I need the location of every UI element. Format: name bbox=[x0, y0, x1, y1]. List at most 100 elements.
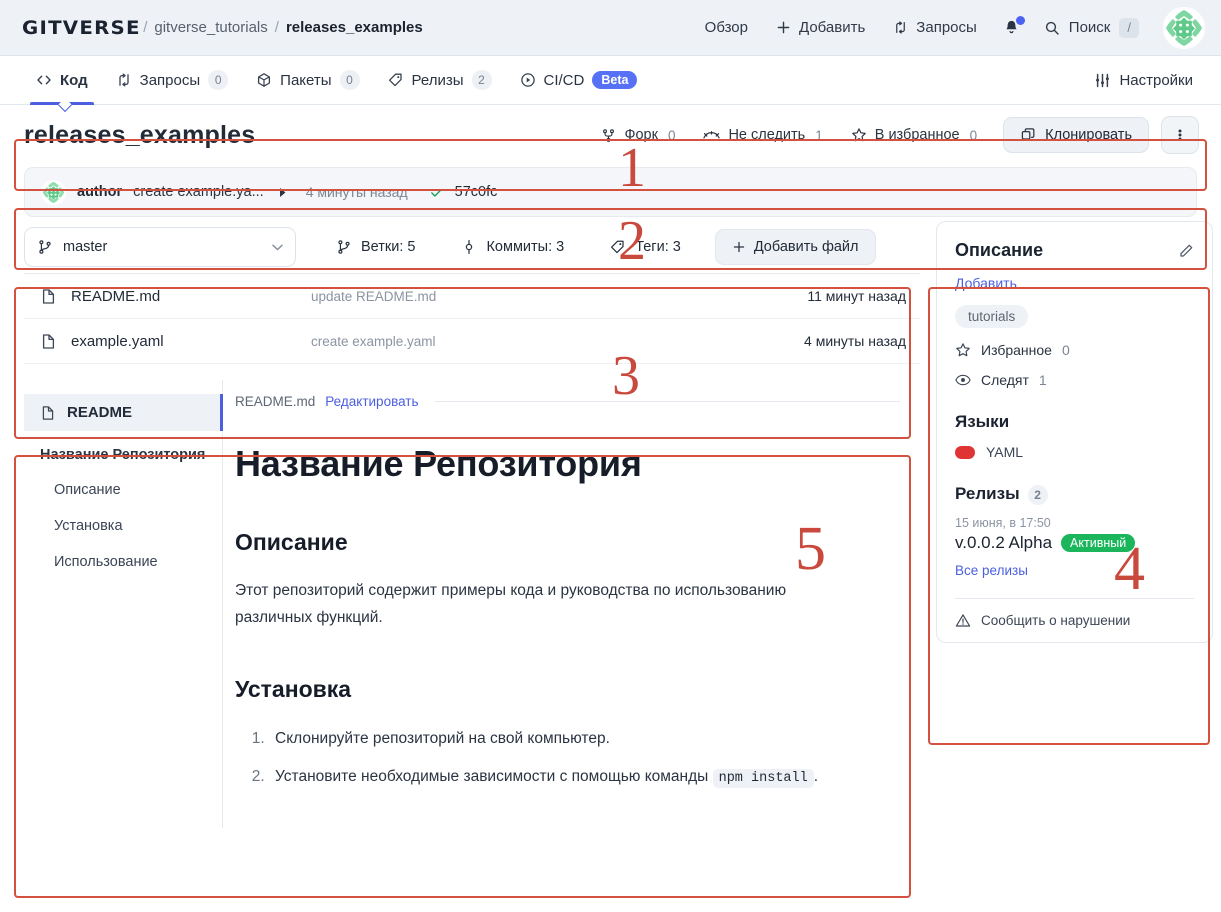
about-card: Описание Добавить tutorials Избранное 0 … bbox=[936, 221, 1213, 643]
readme-toc: README Название Репозитория Описание Уст… bbox=[24, 380, 223, 828]
stat-stars[interactable]: Избранное 0 bbox=[955, 342, 1194, 358]
tab-code[interactable]: Код bbox=[22, 56, 102, 105]
add-file-button[interactable]: Добавить файл bbox=[714, 229, 876, 265]
repo-more-menu-button[interactable] bbox=[1161, 116, 1199, 154]
tab-settings-label: Настройки bbox=[1119, 71, 1193, 89]
readme-paragraph-description: Этот репозиторий содержит примеры кода и… bbox=[235, 582, 787, 626]
all-releases-link[interactable]: Все релизы bbox=[955, 563, 1028, 578]
file-commit-message[interactable]: create example.yaml bbox=[311, 334, 804, 349]
readme-heading-install: Установка bbox=[235, 675, 352, 702]
branches-count-label: Ветки: 5 bbox=[361, 239, 416, 255]
toc-item-usage[interactable]: Использование bbox=[24, 544, 222, 580]
pull-request-icon bbox=[116, 72, 132, 88]
stat-watchers[interactable]: Следят 1 bbox=[955, 372, 1194, 388]
about-title: Описание bbox=[955, 240, 1044, 260]
file-commit-message[interactable]: update README.md bbox=[311, 289, 807, 304]
language-item[interactable]: YAML bbox=[955, 444, 1194, 460]
file-name[interactable]: README.md bbox=[71, 288, 311, 305]
stat-stars-value: 0 bbox=[1061, 342, 1070, 358]
nav-requests-label: Запросы bbox=[916, 19, 977, 36]
nav-overview[interactable]: Обзор bbox=[691, 11, 762, 44]
tab-releases-label: Релизы bbox=[411, 71, 464, 89]
about-title-row: Описание bbox=[955, 240, 1194, 261]
release-name[interactable]: v.0.0.2 Alpha bbox=[955, 533, 1052, 553]
about-add-link[interactable]: Добавить bbox=[955, 275, 1017, 291]
commits-count[interactable]: Коммиты: 3 bbox=[449, 231, 576, 263]
list-item-text: Склонируйте репозиторий на свой компьюте… bbox=[275, 729, 610, 747]
search-shortcut-key: / bbox=[1119, 17, 1139, 38]
commit-author-avatar[interactable] bbox=[41, 179, 66, 205]
nav-requests[interactable]: Запросы bbox=[879, 11, 991, 44]
file-name[interactable]: example.yaml bbox=[71, 333, 311, 350]
star-count: 0 bbox=[969, 127, 978, 143]
readme-edit-link[interactable]: Редактировать bbox=[325, 394, 418, 409]
tab-settings[interactable]: Настройки bbox=[1080, 56, 1207, 104]
divider bbox=[434, 401, 900, 402]
triangle-right-icon[interactable] bbox=[275, 187, 291, 198]
file-icon bbox=[40, 288, 57, 305]
divider bbox=[955, 597, 1194, 599]
toc-item-install[interactable]: Установка bbox=[24, 508, 222, 544]
commit-timestamp: 4 минуты назад bbox=[305, 184, 408, 200]
branches-count[interactable]: Ветки: 5 bbox=[324, 231, 427, 263]
code-icon bbox=[36, 72, 52, 88]
repo-sidebar: Описание Добавить tutorials Избранное 0 … bbox=[936, 217, 1213, 643]
list-item: Установите необходимые зависимости с пом… bbox=[269, 763, 900, 791]
copy-icon bbox=[1020, 127, 1036, 143]
tags-count-label: Теги: 3 bbox=[635, 239, 681, 255]
commit-author-name[interactable]: author bbox=[77, 184, 122, 200]
package-icon bbox=[256, 72, 272, 88]
user-avatar[interactable] bbox=[1163, 6, 1205, 49]
tags-count[interactable]: Теги: 3 bbox=[598, 231, 693, 263]
table-row[interactable]: README.md update README.md 11 минут наза… bbox=[24, 274, 920, 319]
breadcrumb-org-link[interactable]: gitverse_tutorials bbox=[154, 19, 267, 36]
tab-requests[interactable]: Запросы 0 bbox=[102, 56, 243, 104]
repo-tab-nav: Код Запросы 0 Пакеты 0 Релизы 2 CI/CD Be… bbox=[0, 56, 1221, 113]
unwatch-icon bbox=[703, 128, 721, 143]
topic-chip[interactable]: tutorials bbox=[955, 305, 1029, 328]
global-header: GITVERSE / gitverse_tutorials / releases… bbox=[0, 0, 1221, 56]
nav-add[interactable]: Добавить bbox=[762, 11, 879, 44]
release-date: 15 июня, в 17:50 bbox=[955, 515, 1051, 530]
app-root: GITVERSE / gitverse_tutorials / releases… bbox=[0, 0, 1221, 912]
repo-left-column: master Ветки: 5 Коммиты: 3 Теги: 3 Добав… bbox=[24, 217, 920, 828]
table-row[interactable]: example.yaml create example.yaml 4 минут… bbox=[24, 319, 920, 364]
commit-sha[interactable]: 57c0fc bbox=[455, 184, 498, 200]
toc-item-title[interactable]: Название Репозитория bbox=[24, 431, 222, 472]
releases-title-row: Релизы 2 bbox=[955, 484, 1194, 505]
commits-count-label: Коммиты: 3 bbox=[486, 239, 565, 255]
tab-releases[interactable]: Релизы 2 bbox=[374, 56, 506, 104]
branch-select[interactable]: master bbox=[24, 227, 296, 267]
search-icon bbox=[1044, 20, 1060, 36]
tab-requests-badge: 0 bbox=[208, 70, 229, 90]
stat-stars-label: Избранное bbox=[981, 342, 1052, 358]
page-title: releases_examples bbox=[24, 120, 256, 149]
stat-watchers-value: 1 bbox=[1038, 372, 1047, 388]
file-browser-toolbar: master Ветки: 5 Коммиты: 3 Теги: 3 Добав… bbox=[24, 217, 920, 273]
fork-button[interactable]: Форк 0 bbox=[589, 119, 687, 151]
gitverse-logo[interactable]: GITVERSE bbox=[22, 17, 141, 39]
toc-item-description[interactable]: Описание bbox=[24, 472, 222, 508]
clone-button[interactable]: Клонировать bbox=[1003, 117, 1149, 153]
search-button[interactable]: Поиск / bbox=[1032, 11, 1149, 45]
file-timestamp: 11 минут назад bbox=[807, 288, 906, 304]
languages-title: Языки bbox=[955, 412, 1010, 431]
tab-releases-badge: 2 bbox=[471, 70, 492, 90]
star-button[interactable]: В избранное 0 bbox=[839, 119, 989, 151]
tab-packages-label: Пакеты bbox=[280, 71, 332, 89]
tag-icon bbox=[388, 72, 404, 88]
inline-code: npm install bbox=[712, 768, 814, 788]
commit-message[interactable]: create example.ya... bbox=[133, 184, 264, 200]
file-list: README.md update README.md 11 минут наза… bbox=[24, 273, 920, 364]
list-item-text: Установите необходимые зависимости с пом… bbox=[275, 767, 713, 785]
tab-cicd[interactable]: CI/CD Beta bbox=[506, 56, 652, 104]
eye-icon bbox=[955, 373, 971, 387]
unwatch-button[interactable]: Не следить 1 bbox=[691, 119, 834, 151]
notifications-button[interactable] bbox=[991, 11, 1032, 44]
toc-readme-root[interactable]: README bbox=[24, 394, 223, 431]
toc-readme-label: README bbox=[67, 404, 133, 421]
report-abuse-link[interactable]: Сообщить о нарушении bbox=[955, 613, 1194, 628]
tab-packages[interactable]: Пакеты 0 bbox=[242, 56, 373, 104]
breadcrumb-repo-link[interactable]: releases_examples bbox=[286, 19, 423, 36]
pencil-icon[interactable] bbox=[1178, 243, 1194, 259]
